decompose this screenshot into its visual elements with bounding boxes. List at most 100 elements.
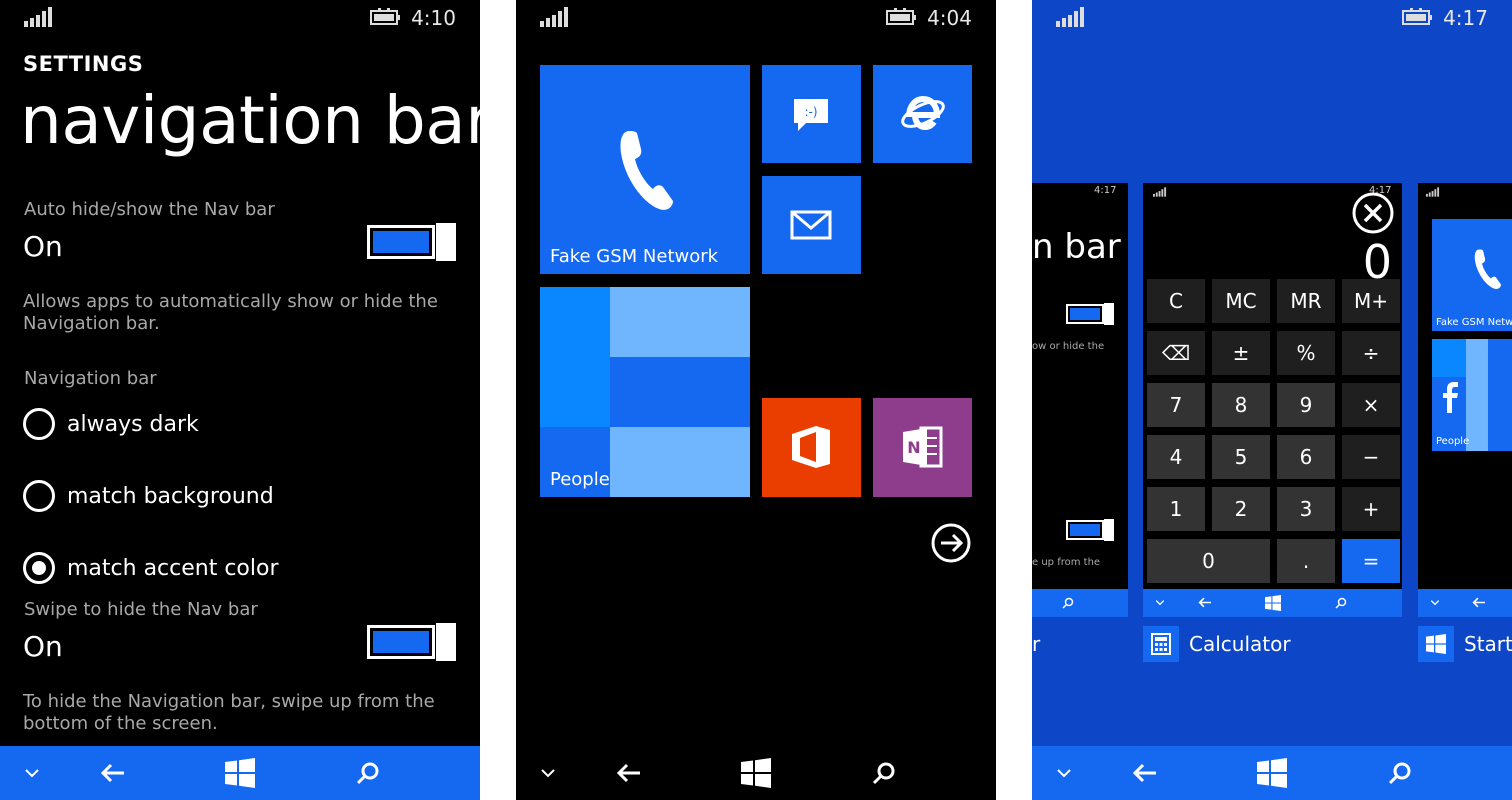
office-icon (792, 426, 830, 468)
clock: 4:10 (411, 6, 456, 30)
back-button[interactable] (599, 746, 659, 800)
start-button[interactable] (210, 746, 270, 800)
calculator-key[interactable]: 8 (1212, 383, 1270, 427)
calculator-key[interactable]: MR (1277, 279, 1335, 323)
calculator-key[interactable]: ⌫ (1147, 331, 1205, 375)
auto-hide-description: Allows apps to automatically show or hid… (23, 291, 438, 334)
signal-icon (1426, 187, 1440, 197)
swipe-hide-toggle[interactable] (367, 623, 456, 661)
phone-icon (620, 131, 673, 210)
phone-tile[interactable]: Fake GSM Network (540, 65, 750, 274)
toggle-knob[interactable] (436, 223, 456, 261)
calculator-key[interactable]: × (1342, 383, 1400, 427)
tile-label: People (1436, 436, 1470, 447)
collapse-button[interactable] (518, 746, 578, 800)
radio-label: always dark (67, 411, 199, 437)
start-card-caption[interactable]: Start (1418, 626, 1512, 662)
phone-icon (1474, 249, 1501, 289)
radio-always-dark[interactable]: always dark (23, 407, 199, 441)
calculator-key[interactable]: 1 (1147, 487, 1205, 531)
facebook-icon (1434, 379, 1464, 413)
calculator-key[interactable]: 0 (1147, 539, 1270, 583)
calculator-key[interactable]: 6 (1277, 435, 1335, 479)
calculator-key[interactable]: 5 (1212, 435, 1270, 479)
people-block (540, 287, 610, 427)
radio-label: match background (67, 483, 274, 509)
radio-match-accent-color[interactable]: match accent color (23, 551, 279, 585)
internet-explorer-tile[interactable] (873, 65, 972, 163)
mail-tile[interactable] (762, 176, 861, 274)
calculator-icon (1143, 626, 1179, 662)
chevron-down-icon (541, 769, 555, 778)
calculator-key[interactable]: 4 (1147, 435, 1205, 479)
calculator-card-caption[interactable]: Calculator (1143, 626, 1291, 662)
radio-circle-selected (23, 552, 55, 584)
calculator-key[interactable]: ÷ (1342, 331, 1400, 375)
calculator-key[interactable]: − (1342, 435, 1400, 479)
swipe-hide-description: To hide the Navigation bar, swipe up fro… (23, 691, 435, 734)
page-title: navigation bar (20, 82, 480, 159)
back-arrow-icon (1132, 763, 1156, 783)
card-navigation-bar (1418, 589, 1512, 617)
card-title-fragment: n bar (1032, 227, 1121, 267)
swipe-hide-label: Swipe to hide the Nav bar (24, 599, 258, 620)
messaging-tile[interactable]: :-) (762, 65, 861, 163)
calculator-key[interactable]: MC (1212, 279, 1270, 323)
chevron-down-icon (1057, 769, 1071, 778)
calculator-key[interactable]: + (1342, 487, 1400, 531)
people-block (610, 357, 750, 427)
radio-circle (23, 408, 55, 440)
start-app-card[interactable]: Fake GSM Netw People (1418, 183, 1512, 617)
people-tile[interactable]: People (540, 287, 750, 497)
back-button[interactable] (83, 746, 143, 800)
calculator-app-card[interactable]: 4:17 0 C MC MR M+ ⌫ ±% ÷ 7 8 9 × 4 5 6−1 2 3 +0. = (1143, 183, 1402, 617)
radio-dot (32, 561, 46, 575)
collapse-button[interactable] (2, 746, 62, 800)
radio-match-background[interactable]: match background (23, 479, 274, 513)
chevron-down-icon (25, 769, 39, 778)
windows-logo-icon (741, 758, 771, 788)
search-button[interactable] (338, 746, 398, 800)
calculator-key[interactable]: 9 (1277, 383, 1335, 427)
search-button[interactable] (854, 746, 914, 800)
tile-label: Fake GSM Network (550, 246, 719, 267)
calculator-key[interactable]: 2 (1212, 487, 1270, 531)
navigation-bar (1032, 746, 1512, 800)
start-button[interactable] (726, 746, 786, 800)
toggle-fill (373, 231, 429, 253)
back-arrow-icon (100, 763, 124, 783)
settings-card-caption-fragment: r (1032, 632, 1041, 656)
search-button[interactable] (1370, 746, 1430, 800)
calculator-key[interactable]: ± (1212, 331, 1270, 375)
office-tile[interactable] (762, 398, 861, 497)
onenote-icon: N (903, 426, 943, 468)
calculator-key[interactable]: M+ (1342, 279, 1400, 323)
calculator-key[interactable]: . (1277, 539, 1335, 583)
status-bar: 4:10 (0, 0, 480, 34)
settings-app-card[interactable]: 4:17 n bar ow or hide the e up from the (1032, 183, 1128, 617)
mini-people-tile: People (1432, 339, 1512, 451)
close-icon[interactable] (1351, 191, 1395, 235)
people-block (610, 287, 750, 357)
calculator-key[interactable]: % (1277, 331, 1335, 375)
messaging-icon: :-) (794, 99, 828, 131)
navigation-bar (516, 746, 996, 800)
start-button[interactable] (1242, 746, 1302, 800)
svg-text:N: N (907, 438, 920, 457)
auto-hide-toggle[interactable] (367, 223, 456, 261)
collapse-button[interactable] (1034, 746, 1094, 800)
back-button[interactable] (1115, 746, 1175, 800)
calculator-key[interactable]: = (1342, 539, 1400, 583)
calculator-key[interactable]: 7 (1147, 383, 1205, 427)
start-screen: 4:04 Fake GSM Network :-) People N (516, 0, 996, 800)
toggle-knob[interactable] (436, 623, 456, 661)
radio-label: match accent color (67, 555, 279, 581)
all-apps-arrow-icon[interactable] (930, 522, 972, 564)
search-icon (1062, 597, 1074, 609)
calculator-key[interactable]: 3 (1277, 487, 1335, 531)
signal-icon (1056, 7, 1084, 27)
calculator-key[interactable]: C (1147, 279, 1205, 323)
onenote-tile[interactable]: N (873, 398, 972, 497)
battery-charging-icon (1402, 8, 1432, 25)
signal-icon (1153, 187, 1167, 197)
